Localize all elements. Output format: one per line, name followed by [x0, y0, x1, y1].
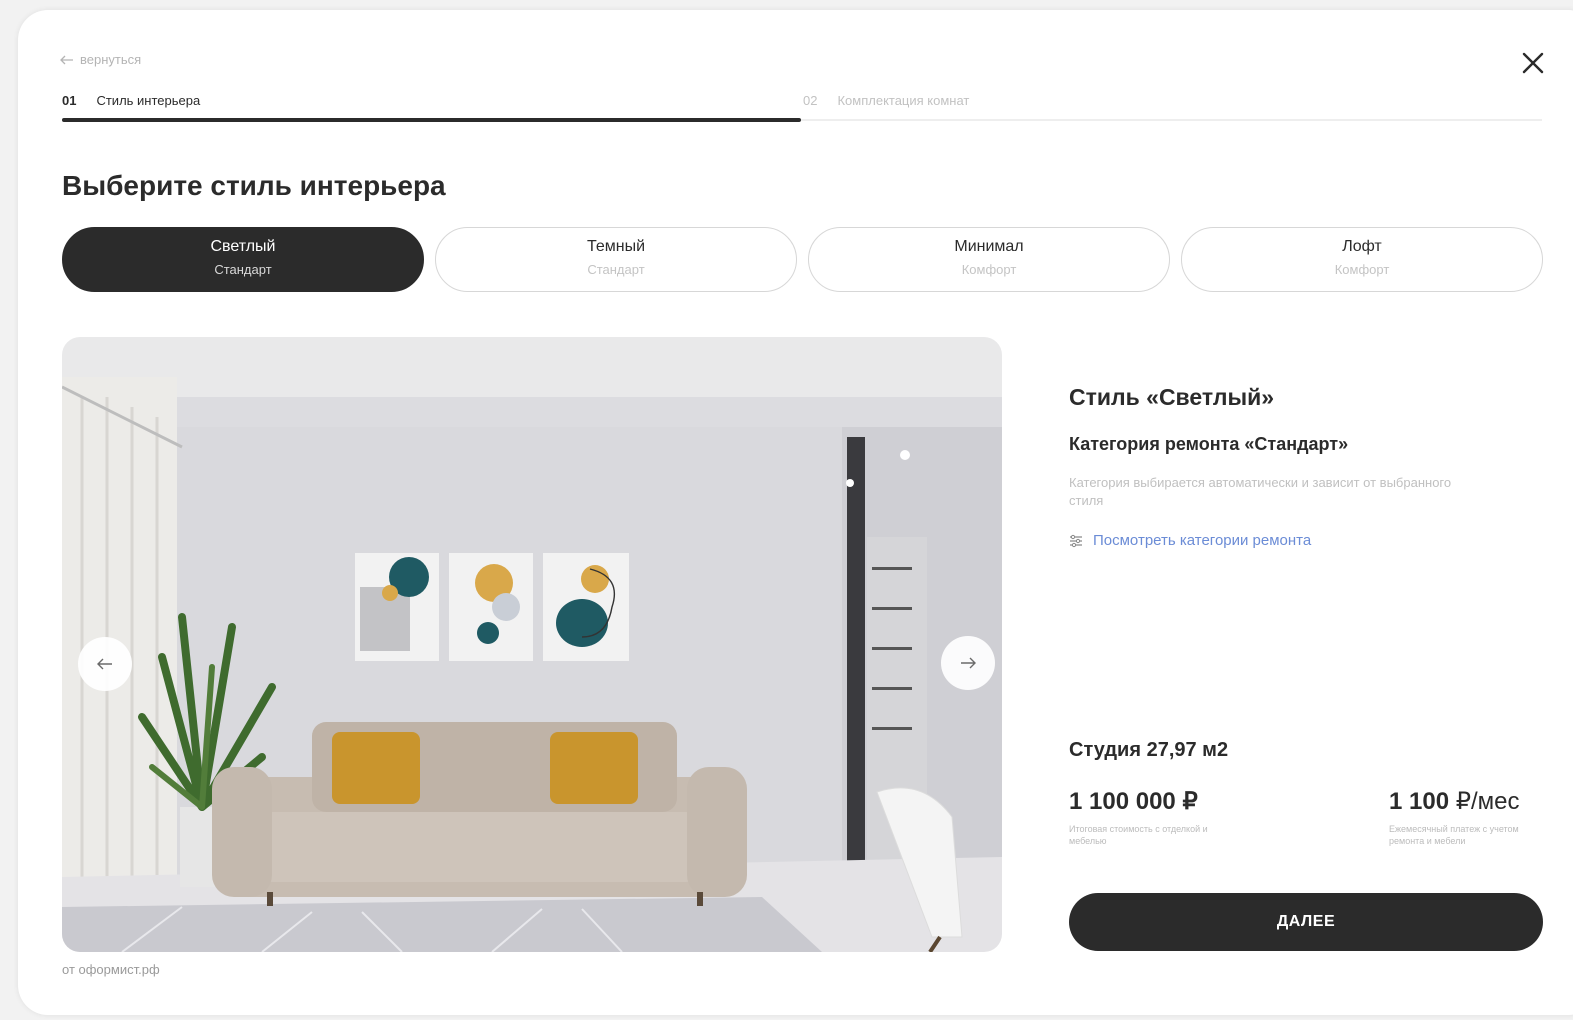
photo-credit: от оформист.рф: [62, 962, 160, 977]
style-title: Стиль «Светлый»: [1069, 384, 1275, 410]
arrow-right-icon: [961, 657, 976, 669]
step-number: 01: [62, 93, 77, 108]
close-button[interactable]: [1519, 49, 1547, 77]
close-icon: [1522, 52, 1544, 74]
step-rooms[interactable]: 02 Комплектация комнат: [803, 93, 969, 108]
category-description: Категория выбирается автоматически и зав…: [1069, 475, 1452, 508]
style-option-loft[interactable]: Лофт Комфорт: [1181, 227, 1543, 292]
style-option-subtitle: Стандарт: [587, 262, 645, 277]
style-option-title: Темный: [586, 238, 646, 255]
gallery-next-button[interactable]: [941, 636, 995, 690]
step-style[interactable]: 01 Стиль интерьера: [62, 93, 200, 108]
gallery-prev-button[interactable]: [78, 637, 132, 691]
style-option-title: Минимал: [954, 238, 1024, 255]
style-option-subtitle: Комфорт: [961, 262, 1017, 277]
style-option-minimal[interactable]: Минимал Комфорт: [808, 227, 1170, 292]
step-label: Стиль интерьера: [96, 93, 201, 108]
step-label: Комплектация комнат: [837, 93, 970, 108]
back-label: вернуться: [80, 52, 142, 67]
interior-photo: [62, 337, 1002, 952]
view-categories-label: Посмотреть категории ремонта: [1093, 532, 1312, 549]
interior-gallery: [62, 337, 1002, 952]
arrow-left-icon: [97, 658, 112, 670]
flat-info: Студия 27,97 м2: [1069, 739, 1229, 761]
style-option-dark[interactable]: Темный Стандарт: [435, 227, 797, 292]
progress-fill: [62, 118, 801, 122]
monthly-price-value: 1 100: [1389, 788, 1450, 815]
total-price: 1 100 000 ₽: [1069, 788, 1198, 815]
page-title: Выберите стиль интерьера: [62, 170, 446, 201]
monthly-price-unit: ₽/мес: [1455, 788, 1520, 815]
back-link[interactable]: вернуться: [60, 52, 141, 67]
monthly-price-note: Ежемесячный платеж с учетом ремонта и ме…: [1389, 824, 1519, 846]
step-number: 02: [803, 93, 818, 108]
style-option-light[interactable]: Светлый Стандарт: [62, 227, 424, 292]
filter-icon: [1070, 534, 1082, 547]
next-button[interactable]: ДАЛЕЕ: [1069, 893, 1543, 951]
monthly-price: 1 100 ₽/мес: [1389, 787, 1520, 816]
view-categories-link[interactable]: Посмотреть категории ремонта: [1069, 532, 1311, 549]
total-price-note: Итоговая стоимость с отделкой и мебелью: [1069, 824, 1208, 846]
arrow-left-icon: [60, 55, 73, 64]
style-option-title: Светлый: [210, 238, 276, 255]
style-option-subtitle: Комфорт: [1334, 262, 1390, 277]
style-option-title: Лофт: [1342, 238, 1382, 255]
category-title: Категория ремонта «Стандарт»: [1069, 434, 1349, 454]
style-option-subtitle: Стандарт: [214, 262, 272, 277]
